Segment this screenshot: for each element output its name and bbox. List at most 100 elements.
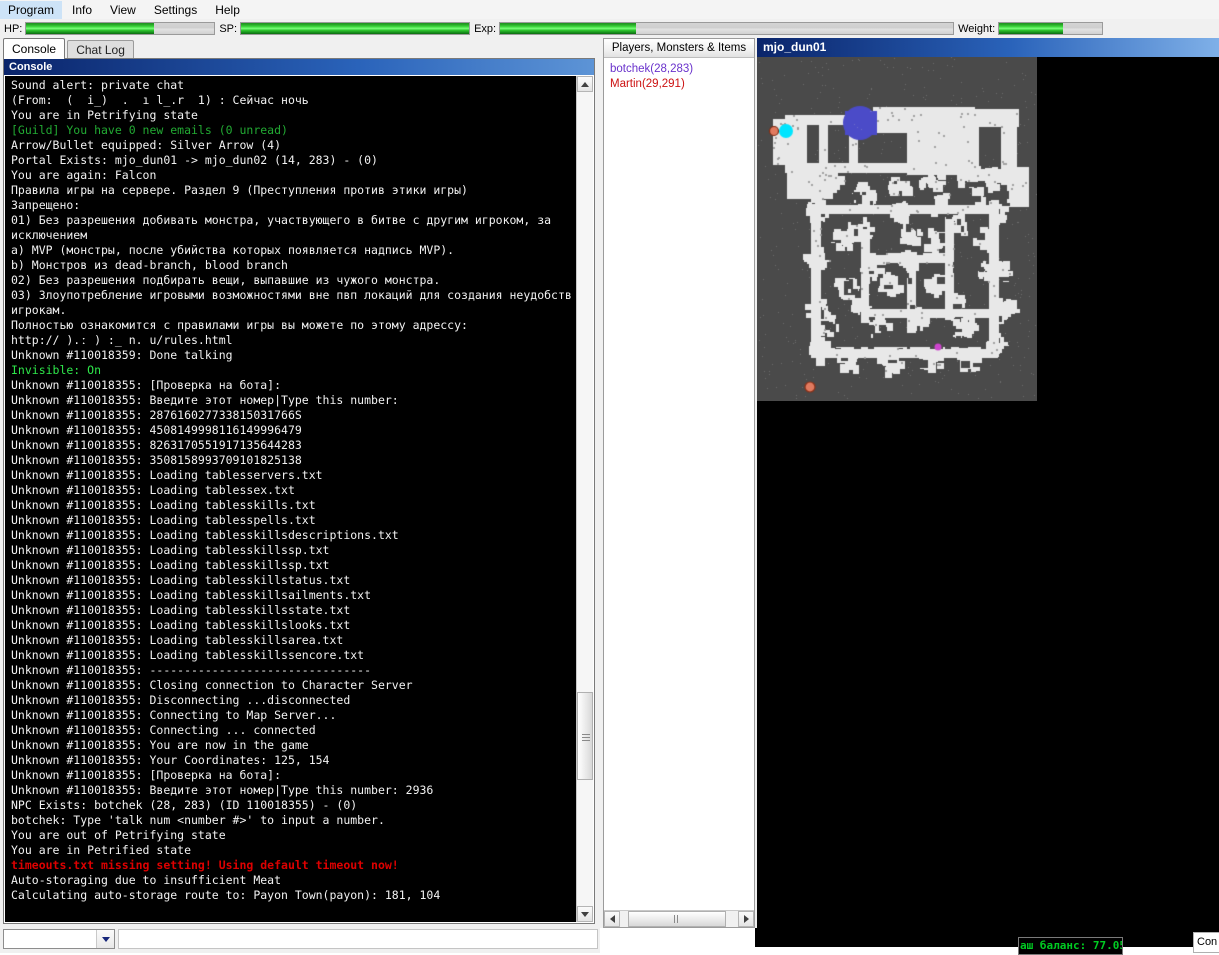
console-line: [Guild] You have 0 new emails (0 unread) xyxy=(11,123,288,137)
console-line: Unknown #110018355: Loading tablesspells… xyxy=(11,513,316,527)
console-line: Portal Exists: mjo_dun01 -> mjo_dun02 (1… xyxy=(11,153,378,167)
console-line: 01) Без разрешения добивать монстра, уча… xyxy=(11,213,558,242)
chevron-down-icon xyxy=(101,936,110,942)
console-line: Запрещено: xyxy=(11,198,81,212)
sp-bar-fill xyxy=(241,23,470,34)
console-line: Unknown #110018355: 45081499981161499964… xyxy=(11,423,302,437)
status-bar-row: HP: SP: Exp: Weight: xyxy=(0,19,1219,38)
console-line: NPC Exists: botchek (28, 283) (ID 110018… xyxy=(11,798,358,812)
console-line: Unknown #110018359: Done talking xyxy=(11,348,233,362)
map-viewport[interactable] xyxy=(757,57,1037,401)
bottom-right-strip: аш баланс: 77.05 Con xyxy=(600,928,1219,955)
scroll-right-button[interactable] xyxy=(738,911,754,927)
console-panel: Console Sound alert: private chat (From: … xyxy=(3,58,595,924)
menu-item-view[interactable]: View xyxy=(102,1,144,19)
console-line: 03) Злоупотребление игровыми возможностя… xyxy=(11,288,572,317)
console-line: Calculating auto-storage route to: Payon… xyxy=(11,888,441,902)
hp-label: HP: xyxy=(4,22,23,35)
menu-bar: Program Info View Settings Help xyxy=(0,0,1219,19)
menu-item-help[interactable]: Help xyxy=(207,1,248,19)
console-output[interactable]: Sound alert: private chat (From: ( i_) . … xyxy=(5,76,578,922)
grip-icon xyxy=(582,732,590,741)
console-line: Unknown #110018355: Closing connection t… xyxy=(11,678,413,692)
console-line: You are out of Petrifying state xyxy=(11,828,226,842)
console-line: botchek: Type 'talk num <number #>' to i… xyxy=(11,813,385,827)
scroll-left-button[interactable] xyxy=(604,911,620,927)
command-type-dropdown[interactable] xyxy=(3,929,115,949)
console-line: b) Монстров из dead-branch, blood branch xyxy=(11,258,288,272)
console-line: Unknown #110018355: Loading tablesskills… xyxy=(11,633,344,647)
console-line: 02) Без разрешения подбирать вещи, выпав… xyxy=(11,273,441,287)
chevron-left-icon xyxy=(609,915,615,923)
console-line: You are in Petrified state xyxy=(11,843,192,857)
map-title-bar: mjo_dun01 xyxy=(757,38,1219,57)
menu-item-program[interactable]: Program xyxy=(0,0,63,19)
map-window: mjo_dun01 xyxy=(757,38,1219,928)
console-line: http:// ).ː ) :_ n. u/rules.html xyxy=(11,333,233,347)
console-line: Unknown #110018355: Connecting ... conne… xyxy=(11,723,316,737)
chevron-right-icon xyxy=(743,915,749,923)
taskbar-window-tab[interactable]: Con xyxy=(1193,932,1219,953)
console-line: Unknown #110018355: Loading tablesserver… xyxy=(11,468,323,482)
console-line: Unknown #110018355: 82631705519171356442… xyxy=(11,438,302,452)
console-vertical-scrollbar[interactable] xyxy=(576,76,593,922)
map-canvas[interactable] xyxy=(757,57,1037,401)
console-line: a) MVP (монстры, после убийства которых … xyxy=(11,243,455,257)
console-line: Unknown #110018355: Connecting to Map Se… xyxy=(11,708,337,722)
console-line: Unknown #110018355: --------------------… xyxy=(11,663,372,677)
balance-text: аш баланс: 77.05 xyxy=(1020,939,1123,952)
console-line: Правила игры на сервере. Раздел 9 (Прест… xyxy=(11,183,468,197)
command-input[interactable] xyxy=(118,929,598,949)
console-line: Unknown #110018355: Введите этот номер|T… xyxy=(11,393,399,407)
scroll-thumb[interactable] xyxy=(577,692,593,780)
console-line: Invisible: On xyxy=(11,363,102,377)
players-horizontal-scrollbar[interactable] xyxy=(604,910,754,941)
console-line: Unknown #110018355: Loading tablesskills… xyxy=(11,498,316,512)
map-window-bottom-filler xyxy=(755,928,1219,947)
console-line: Unknown #110018355: Loading tablesskills… xyxy=(11,573,351,587)
sp-bar xyxy=(240,22,471,35)
list-item[interactable]: botchek(28,283) xyxy=(610,62,754,77)
console-line: Unknown #110018355: 28761602773381503176… xyxy=(11,408,302,422)
menu-item-settings[interactable]: Settings xyxy=(146,1,205,19)
console-line: Arrow/Bullet equipped: Silver Arrow (4) xyxy=(11,138,282,152)
console-line: Unknown #110018355: Disconnecting ...dis… xyxy=(11,693,351,707)
console-line: timeouts.txt missing setting! Using defa… xyxy=(11,858,399,872)
menu-item-info[interactable]: Info xyxy=(64,1,100,19)
weight-bar-fill xyxy=(999,23,1064,34)
console-line: Unknown #110018355: Loading tablessex.tx… xyxy=(11,483,295,497)
scroll-down-button[interactable] xyxy=(577,906,593,922)
console-line: Unknown #110018355: Loading tablesskills… xyxy=(11,648,365,662)
console-line: Unknown #110018355: Loading tablesskills… xyxy=(11,543,330,557)
dropdown-arrow-button[interactable] xyxy=(96,930,114,948)
exp-bar xyxy=(499,22,955,35)
players-list[interactable]: botchek(28,283) Martin(29,291) xyxy=(604,59,754,909)
scroll-track[interactable] xyxy=(577,92,593,906)
console-line: Unknown #110018355: 35081589937091018251… xyxy=(11,453,302,467)
console-line: Sound alert: private chat xyxy=(11,78,185,92)
tab-console[interactable]: Console xyxy=(3,38,66,59)
command-bar xyxy=(0,928,600,953)
console-line: Unknown #110018355: Loading tablesskills… xyxy=(11,558,330,572)
weight-label: Weight: xyxy=(958,22,996,35)
tab-chat-log[interactable]: Chat Log xyxy=(67,40,134,59)
scroll-thumb-horizontal[interactable] xyxy=(628,911,726,941)
chevron-up-icon xyxy=(581,81,589,87)
list-item[interactable]: Martin(29,291) xyxy=(610,77,754,92)
console-line: Полностью ознакомится с правилами игры в… xyxy=(11,318,468,332)
console-line: Unknown #110018355: [Проверка на бота]: xyxy=(11,768,282,782)
console-line: Unknown #110018355: Loading tablesskills… xyxy=(11,603,351,617)
hp-bar xyxy=(25,22,216,35)
console-line: You are again: Falcon xyxy=(11,168,157,182)
console-line: (From: ( i_) . ı l_.r 1) : Сейчас ночь xyxy=(11,93,309,107)
console-line: You are in Petrifying state xyxy=(11,108,198,122)
scroll-up-button[interactable] xyxy=(577,76,593,92)
exp-bar-fill xyxy=(500,23,636,34)
console-line: Unknown #110018355: Введите этот номер|T… xyxy=(11,783,434,797)
balance-overlay: аш баланс: 77.05 xyxy=(1018,937,1123,955)
players-panel-header: Players, Monsters & Items xyxy=(604,39,754,58)
console-line: Unknown #110018355: Loading tablesskills… xyxy=(11,588,372,602)
console-line-list: Sound alert: private chat (From: ( i_) . … xyxy=(5,76,577,903)
players-monsters-items-panel: Players, Monsters & Items botchek(28,283… xyxy=(603,38,755,941)
console-line: Unknown #110018355: You are now in the g… xyxy=(11,738,309,752)
